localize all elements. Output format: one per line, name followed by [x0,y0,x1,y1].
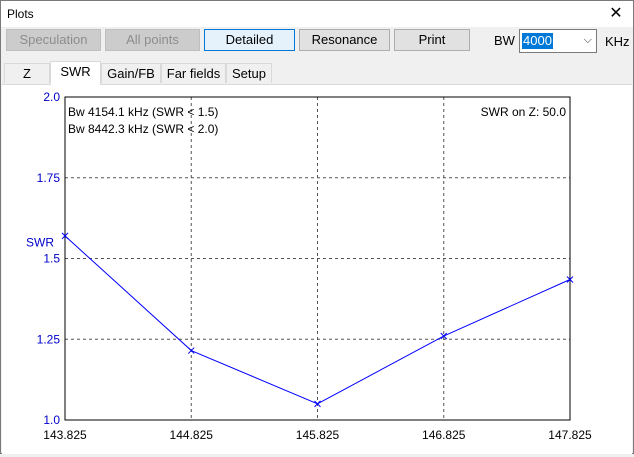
y-axis-label: SWR [26,235,54,249]
tab-far-fields[interactable]: Far fields [161,63,226,83]
resonance-button[interactable]: Resonance [299,29,390,51]
chart-grid [65,97,570,420]
tab-strip: Z SWR Gain/FB Far fields Setup [2,61,632,85]
all-points-button[interactable]: All points [105,29,200,51]
tab-z[interactable]: Z [4,63,50,83]
tab-setup[interactable]: Setup [226,63,272,83]
bw-unit-label: KHz [605,34,630,49]
bw-value[interactable]: 4000 [522,33,553,49]
bw-select[interactable]: 4000 ⌵ [519,29,597,53]
x-tick-label: 145.825 [296,428,340,442]
y-tick-labels: 1.0 1.25 1.5 1.75 2.0 [37,90,61,427]
data-point-marker [187,347,195,354]
y-tick-label: 1.0 [43,413,60,427]
plots-window: Plots ✕ Speculation All points Detailed … [0,0,634,454]
y-tick-label: 1.25 [37,332,61,346]
x-tick-label: 143.825 [43,428,87,442]
y-tick-label: 1.75 [37,171,61,185]
swr-plot-panel: 1.0 1.25 1.5 1.75 2.0 143.825 144.825 145.825 1… [2,84,632,454]
title-bar: Plots ✕ [1,1,633,27]
speculation-button[interactable]: Speculation [6,29,101,51]
x-tick-label: 147.825 [548,428,592,442]
x-tick-label: 144.825 [170,428,214,442]
tab-swr[interactable]: SWR [50,61,101,85]
window-title: Plots [7,7,34,21]
x-tick-label: 146.825 [422,428,466,442]
annotation-bw-2: Bw 8442.3 kHz (SWR < 2.0) [68,122,218,136]
y-tick-label: 2.0 [43,90,60,104]
close-icon[interactable]: ✕ [605,3,627,25]
chevron-down-icon[interactable]: ⌵ [584,34,592,47]
tab-gain-fb[interactable]: Gain/FB [101,63,161,83]
bw-label: BW [494,33,515,48]
y-tick-label: 1.5 [43,252,60,266]
detailed-button[interactable]: Detailed [204,29,295,51]
print-button[interactable]: Print [394,29,470,51]
annotation-bw-1: Bw 4154.1 kHz (SWR < 1.5) [68,105,218,119]
x-tick-labels: 143.825 144.825 145.825 146.825 147.825 [43,428,592,442]
swr-chart: 1.01.251.51.752.0 143.825 144.825 145.825 1… [26,90,592,442]
annotation-swr-on-z: SWR on Z: 50.0 [481,105,567,119]
